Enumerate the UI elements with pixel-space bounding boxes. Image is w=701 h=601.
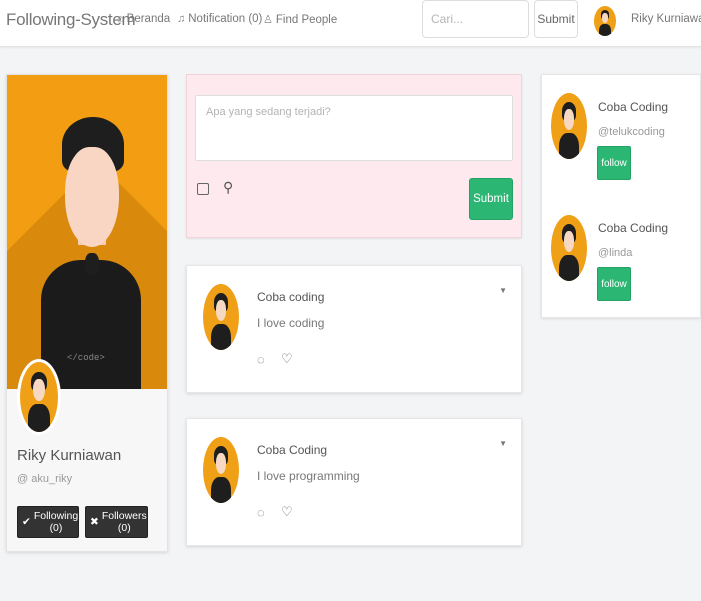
top-navbar: Following-System ⌂ Beranda ♫ Notificatio… [0, 0, 701, 47]
suggestion-name[interactable]: Coba Coding [598, 100, 668, 114]
comment-icon[interactable]: ◌ [257, 505, 265, 520]
user-avatar[interactable] [594, 6, 616, 36]
heart-icon[interactable]: ♡ [281, 351, 293, 367]
brand-logo[interactable]: Following-System [6, 10, 136, 30]
people-suggestions: Coba Coding @telukcoding follow Coba Cod… [541, 74, 701, 318]
post-author-name[interactable]: Coba coding [257, 290, 324, 304]
status-textarea[interactable] [195, 95, 513, 161]
post-composer: ⚲ Submit [186, 74, 522, 238]
user-icon: ♙ [263, 14, 273, 26]
post-author-avatar[interactable] [203, 284, 239, 350]
location-pin-icon[interactable]: ⚲ [223, 179, 233, 196]
followers-label: Followers (0) [101, 510, 147, 534]
followers-button[interactable]: ✖ Followers (0) [85, 506, 148, 538]
chevron-down-icon[interactable]: ▼ [499, 286, 507, 295]
home-icon: ⌂ [117, 13, 124, 25]
search-submit-button[interactable]: Submit [534, 0, 578, 38]
post-text: I love coding [257, 316, 325, 330]
nav-link-notification[interactable]: ♫ Notification (0) [177, 13, 262, 25]
suggestion-avatar[interactable] [551, 93, 587, 159]
post-card: Coba coding I love coding ▼ ◌ ♡ [186, 265, 522, 393]
profile-handle: @ aku_riky [17, 473, 73, 485]
post-submit-button[interactable]: Submit [469, 178, 513, 220]
check-icon: ✔ [22, 516, 31, 528]
heart-icon[interactable]: ♡ [281, 504, 293, 520]
nav-user-name[interactable]: Riky Kurniawan [631, 13, 701, 25]
post-author-name[interactable]: Coba Coding [257, 443, 327, 457]
chevron-down-icon[interactable]: ▼ [499, 439, 507, 448]
nav-link-label: Notification (0) [188, 13, 263, 25]
profile-name: Riky Kurniawan [17, 447, 122, 464]
nav-link-label: Find People [275, 13, 338, 26]
cover-code-text: </code> [67, 353, 105, 363]
post-text: I love programming [257, 469, 360, 483]
search-input[interactable] [422, 0, 529, 38]
follow-button[interactable]: follow [597, 146, 631, 180]
follow-button[interactable]: follow [597, 267, 631, 301]
nav-link-find-people[interactable]: ♙ Find People [263, 13, 338, 27]
nav-link-label: Beranda [126, 13, 171, 25]
post-author-avatar[interactable] [203, 437, 239, 503]
close-icon: ✖ [90, 516, 99, 528]
following-label: Following (0) [33, 510, 79, 534]
profile-card: </code> Riky Kurniawan @ aku_riky ✔ Foll… [6, 74, 168, 552]
profile-cover-image: </code> [7, 75, 167, 389]
suggestion-avatar[interactable] [551, 215, 587, 281]
profile-avatar[interactable] [17, 359, 61, 435]
suggestion-handle: @linda [598, 247, 633, 259]
suggestion-name[interactable]: Coba Coding [598, 221, 668, 235]
post-card: Coba Coding I love programming ▼ ◌ ♡ [186, 418, 522, 546]
following-button[interactable]: ✔ Following (0) [17, 506, 79, 538]
nav-link-beranda[interactable]: ⌂ Beranda [117, 13, 170, 25]
suggestion-handle: @telukcoding [598, 126, 665, 138]
photo-icon[interactable] [197, 183, 209, 195]
bell-icon: ♫ [177, 13, 186, 25]
comment-icon[interactable]: ◌ [257, 352, 265, 367]
